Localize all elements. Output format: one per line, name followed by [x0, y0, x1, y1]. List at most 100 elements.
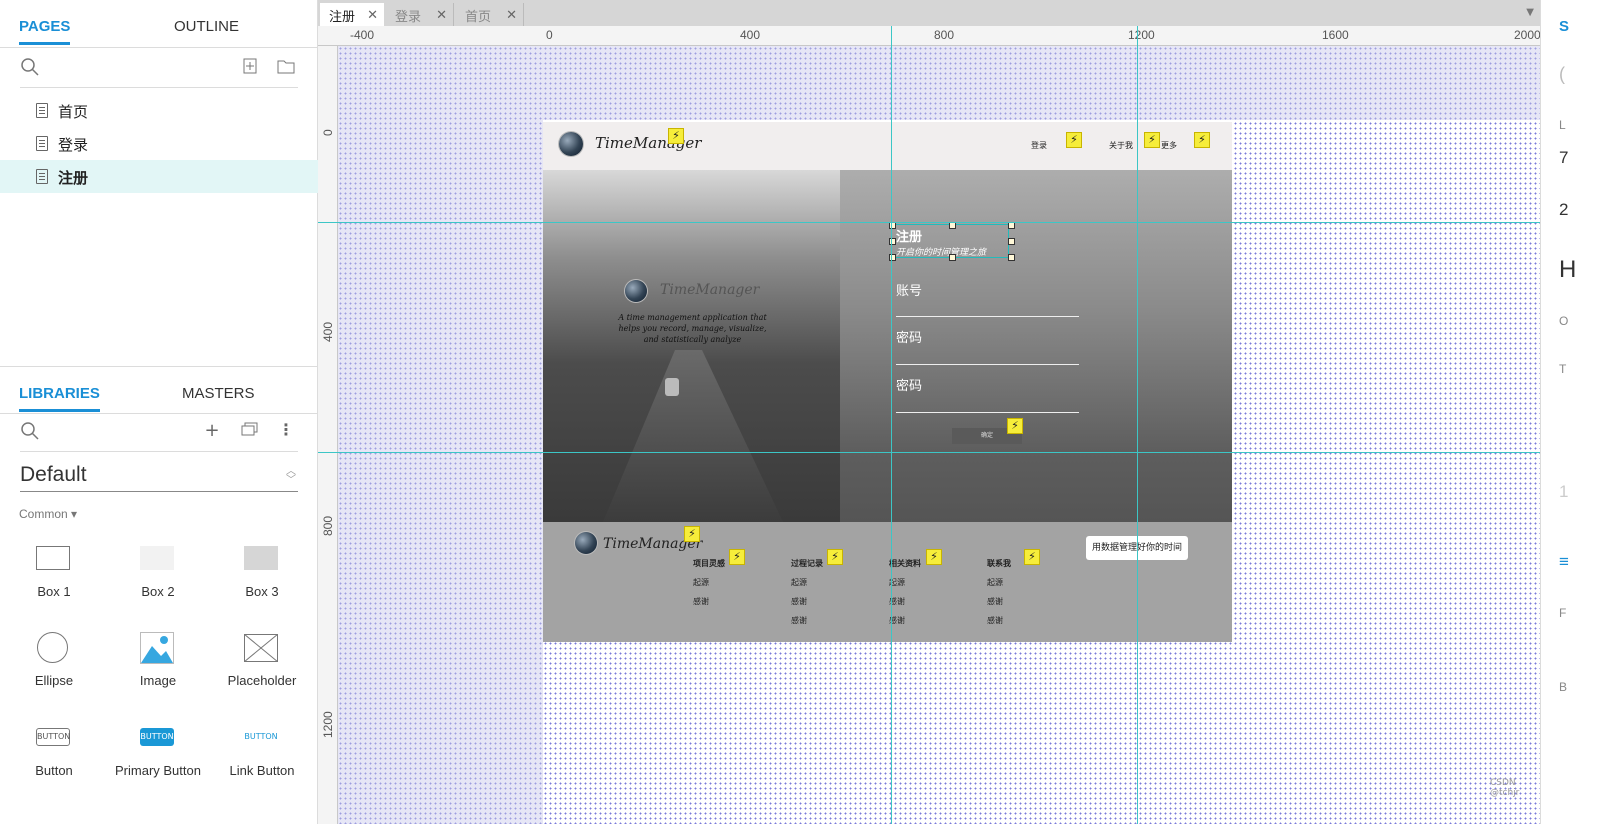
opacity-label: O: [1559, 314, 1569, 328]
confirm-password-input[interactable]: [896, 412, 1079, 413]
logo-globe-icon: [559, 132, 583, 156]
doc-tab-login[interactable]: 登录 ✕: [386, 3, 454, 26]
width-input[interactable]: 2: [1559, 200, 1568, 220]
offcanvas-left: [338, 46, 543, 824]
page-label: 首页: [58, 103, 89, 121]
lightning-icon[interactable]: ⚡: [1066, 132, 1082, 148]
box1-thumb[interactable]: [36, 546, 70, 570]
footer-link[interactable]: 起源: [693, 577, 725, 596]
document-tabs: 注册 ✕ 登录 ✕ 首页 ✕ ▼: [318, 0, 1540, 26]
more-icon[interactable]: ⋮: [276, 420, 296, 439]
tab-pages[interactable]: PAGES: [19, 18, 71, 45]
close-icon[interactable]: ✕: [436, 8, 447, 23]
search-icon[interactable]: [20, 422, 40, 444]
field-label-password: 密码: [896, 331, 923, 346]
x-input[interactable]: 7: [1559, 148, 1568, 168]
page-item-register[interactable]: 注册: [0, 160, 318, 193]
library-copy-icon[interactable]: [240, 422, 260, 440]
tab-libraries[interactable]: LIBRARIES: [19, 385, 100, 412]
lightning-icon[interactable]: ⚡: [729, 549, 745, 565]
lightning-icon[interactable]: ⚡: [1194, 132, 1210, 148]
lightning-icon[interactable]: ⚡: [1024, 549, 1040, 565]
resize-handle[interactable]: [1008, 238, 1015, 245]
footer-col-resources: 相关资料 起源 感谢 感谢: [889, 558, 921, 634]
ellipse-thumb[interactable]: [37, 632, 68, 663]
mock-nav-about[interactable]: 关于我: [1109, 140, 1133, 151]
guide-horizontal[interactable]: [318, 452, 1540, 453]
mock-header[interactable]: TimeManager ⚡ 登录 ⚡ 关于我 ⚡ 更多 ⚡: [543, 122, 1232, 170]
lightning-icon[interactable]: ⚡: [668, 128, 684, 144]
library-select[interactable]: Default ︿ ﹀: [20, 462, 298, 492]
account-input[interactable]: [896, 316, 1079, 317]
ruler-vertical: 0 400 800 1200: [318, 46, 338, 824]
ruler-label: 400: [321, 321, 335, 342]
fill-label: F: [1559, 606, 1567, 620]
resize-handle[interactable]: [1008, 254, 1015, 261]
footer-link[interactable]: 感谢: [791, 615, 823, 634]
ruler-label: 0: [546, 28, 553, 42]
footer-col-title: 相关资料: [889, 559, 921, 568]
box2-thumb[interactable]: [140, 546, 174, 570]
section-common[interactable]: Common ▾: [19, 507, 77, 521]
resize-handle[interactable]: [949, 222, 956, 229]
footer-link[interactable]: 感谢: [889, 596, 921, 615]
close-icon[interactable]: ✕: [506, 8, 517, 23]
footer-link[interactable]: 起源: [791, 577, 823, 596]
library-name: Default: [20, 463, 87, 486]
lightning-icon[interactable]: ⚡: [1144, 132, 1160, 148]
close-icon[interactable]: ✕: [367, 8, 378, 23]
guide-horizontal[interactable]: [318, 222, 1540, 223]
folder-icon[interactable]: [276, 58, 296, 78]
pages-tabbar: PAGES OUTLINE: [0, 0, 318, 48]
page-item-home[interactable]: 首页: [0, 94, 318, 127]
lightning-icon[interactable]: ⚡: [926, 549, 942, 565]
guide-vertical[interactable]: [891, 26, 892, 824]
footer-link[interactable]: 起源: [987, 577, 1011, 596]
guide-vertical[interactable]: [1137, 26, 1138, 824]
hero-brand: TimeManager: [660, 282, 760, 298]
hero-tagline: A time management application that helps…: [618, 313, 767, 344]
style-tab[interactable]: S: [1559, 18, 1569, 35]
mock-nav-login[interactable]: 登录: [1031, 140, 1047, 151]
design-canvas[interactable]: TimeManager ⚡ 登录 ⚡ 关于我 ⚡ 更多 ⚡ TimeManage…: [338, 46, 1540, 824]
mock-nav-more[interactable]: 更多: [1161, 140, 1177, 151]
style-name-input[interactable]: (: [1559, 64, 1565, 85]
resize-handle[interactable]: [949, 254, 956, 261]
password-input[interactable]: [896, 364, 1079, 365]
tabs-dropdown-icon[interactable]: ▼: [1526, 7, 1534, 18]
link-button-thumb[interactable]: BUTTON: [244, 728, 278, 746]
ruler-label: 800: [321, 515, 335, 536]
page-mockup[interactable]: TimeManager ⚡ 登录 ⚡ 关于我 ⚡ 更多 ⚡ TimeManage…: [543, 122, 1232, 642]
doc-tab-register[interactable]: 注册 ✕: [320, 3, 384, 26]
footer-col-contact: 联系我 起源 感谢 感谢: [987, 558, 1011, 634]
box3-thumb[interactable]: [244, 546, 278, 570]
search-icon[interactable]: [20, 58, 40, 80]
resize-handle[interactable]: [1008, 222, 1015, 229]
add-library-icon[interactable]: +: [202, 420, 222, 441]
field-label-account: 账号: [896, 284, 923, 299]
footer-link[interactable]: 感谢: [889, 615, 921, 634]
align-left-icon[interactable]: ≡: [1559, 552, 1569, 572]
widget-label: Link Button: [229, 763, 295, 778]
selection-box[interactable]: [891, 224, 1009, 258]
image-thumb[interactable]: [140, 632, 174, 668]
add-page-icon[interactable]: [240, 58, 260, 78]
font-family-input[interactable]: H: [1559, 256, 1576, 284]
lightning-icon[interactable]: ⚡: [684, 526, 700, 542]
footer-link[interactable]: 感谢: [791, 596, 823, 615]
lightning-icon[interactable]: ⚡: [1007, 418, 1023, 434]
footer-link[interactable]: 感谢: [987, 596, 1011, 615]
font-size-input[interactable]: 1: [1559, 482, 1568, 502]
left-panel: PAGES OUTLINE 首页 登录 注册 LIBRARIES MASTERS…: [0, 0, 318, 824]
page-item-login[interactable]: 登录: [0, 127, 318, 160]
footer-link[interactable]: 感谢: [693, 596, 725, 615]
lightning-icon[interactable]: ⚡: [827, 549, 843, 565]
placeholder-thumb[interactable]: [243, 633, 279, 666]
primary-button-thumb[interactable]: BUTTON: [140, 728, 174, 746]
footer-link[interactable]: 起源: [889, 577, 921, 596]
button-thumb[interactable]: BUTTON: [36, 728, 70, 746]
doc-tab-home[interactable]: 首页 ✕: [456, 3, 524, 26]
tab-masters[interactable]: MASTERS: [182, 385, 255, 402]
footer-link[interactable]: 感谢: [987, 615, 1011, 634]
tab-outline[interactable]: OUTLINE: [174, 18, 239, 35]
